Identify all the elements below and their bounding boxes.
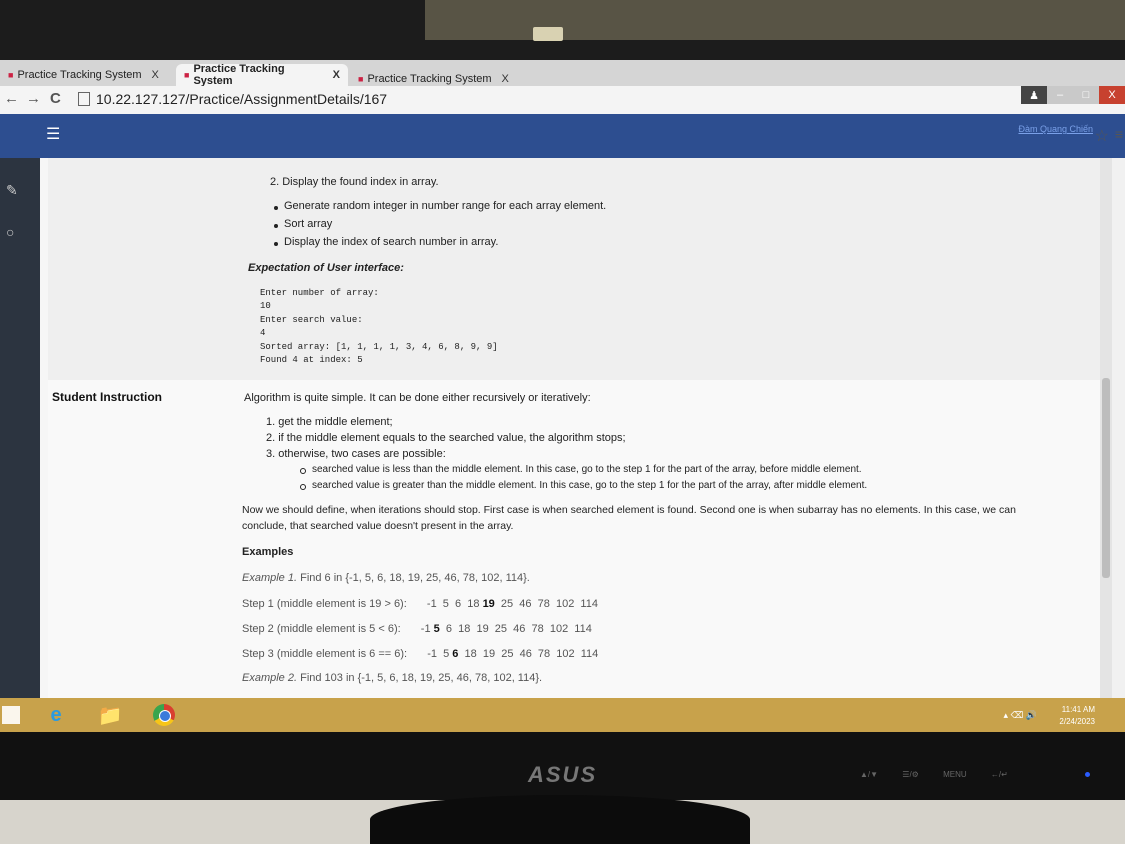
monitor-stand <box>370 795 750 844</box>
maximize-icon[interactable]: □ <box>1073 86 1099 104</box>
site-favicon-icon: ■ <box>184 70 190 80</box>
minimize-icon[interactable]: – <box>1047 86 1073 104</box>
example-1: Example 1. Find 6 in {-1, 5, 6, 18, 19, … <box>242 572 530 584</box>
clock-time: 11:41 AM <box>1061 705 1095 714</box>
hamburger-menu-icon[interactable]: ☰ <box>46 124 60 144</box>
array-pre: -1 <box>420 623 434 635</box>
step-label: Step 1 (middle element is 19 > 6): <box>242 598 407 610</box>
taskbar: e 📁 ▴ ⌫ 🔊 11:41 AM 2/24/2023 <box>0 698 1125 732</box>
array-pre: -1 5 <box>427 648 453 660</box>
console-line: Found 4 at index: 5 <box>260 355 363 365</box>
bullet <box>274 206 278 210</box>
student-instruction-section: Student Instruction Algorithm is quite s… <box>48 380 1100 698</box>
bullet <box>274 242 278 246</box>
tab-close-icon[interactable]: X <box>152 69 159 81</box>
algo-step: 2. if the middle element equals to the s… <box>266 432 626 444</box>
step-row-1: Step 1 (middle element is 19 > 6): -1 5 … <box>242 598 598 610</box>
console-line: 4 <box>260 328 266 338</box>
console-line: Enter number of array: <box>260 288 379 298</box>
step-row-3: Step 3 (middle element is 6 == 6): -1 5 … <box>242 648 598 660</box>
screen: ■ Practice Tracking System X ■ Practice … <box>0 60 1125 732</box>
webcam <box>533 27 563 41</box>
student-instruction-label: Student Instruction <box>52 390 162 404</box>
sub-case: searched value is greater than the middl… <box>312 480 868 491</box>
requirements-section: 2. Display the found index in array. Gen… <box>48 158 1100 380</box>
system-clock[interactable]: 11:41 AM 2/24/2023 <box>1059 704 1095 728</box>
array-pre: -1 5 6 18 <box>426 598 483 610</box>
clock-date: 2/24/2023 <box>1059 717 1095 726</box>
console-line: 10 <box>260 301 271 311</box>
reload-icon[interactable]: C <box>50 90 61 107</box>
left-sidebar: ✎ ○ <box>0 158 40 698</box>
tab-close-icon[interactable]: X <box>333 69 340 81</box>
user-name-link[interactable]: Đàm Quang Chiến <box>1018 124 1093 134</box>
sub-bullet <box>300 468 306 474</box>
example-1-text: Find 6 in {-1, 5, 6, 18, 19, 25, 46, 78,… <box>300 572 530 584</box>
internet-explorer-icon[interactable]: e <box>36 701 76 729</box>
back-icon[interactable]: ← <box>4 90 19 107</box>
scrollbar-thumb[interactable] <box>1102 378 1110 578</box>
algo-step: 1. get the middle element; <box>266 416 393 428</box>
example-2-label: Example 2. <box>242 672 298 684</box>
tab-1[interactable]: ■ Practice Tracking System X <box>0 64 175 86</box>
tab-2[interactable]: ■ Practice Tracking System X <box>176 63 348 87</box>
stop-paragraph-cont: conclude, that searched value doesn't pr… <box>242 520 514 532</box>
monitor-brand-logo: ASUS <box>528 762 598 787</box>
circle-icon[interactable]: ○ <box>6 224 14 240</box>
example-2-text: Find 103 in {-1, 5, 6, 18, 19, 25, 46, 7… <box>300 672 543 684</box>
tab-label: Practice Tracking System <box>367 73 492 85</box>
tab-label: Practice Tracking System <box>193 63 285 87</box>
example-1-label: Example 1. <box>242 572 298 584</box>
url-input[interactable]: 10.22.127.127/Practice/AssignmentDetails… <box>78 89 1058 109</box>
bullet-item: Sort array <box>284 218 333 230</box>
intro-text: Algorithm is quite simple. It can be don… <box>244 392 591 404</box>
expectation-heading: Expectation of User interface: <box>248 262 404 274</box>
tab-label: Practice Tracking System <box>17 69 142 81</box>
bookmark-star-icon[interactable]: ☆ <box>1095 126 1109 146</box>
console-line: Enter search value: <box>260 315 363 325</box>
site-favicon-icon: ■ <box>8 70 14 80</box>
page-scrollbar[interactable] <box>1100 158 1112 698</box>
tab-bar: ■ Practice Tracking System X ■ Practice … <box>0 60 1125 87</box>
close-window-icon[interactable]: X <box>1099 86 1125 104</box>
array-post: 18 19 25 46 78 102 114 <box>458 648 599 660</box>
tray-icons[interactable]: ▴ ⌫ 🔊 <box>1004 710 1037 721</box>
array-post: 6 18 19 25 46 78 102 114 <box>439 623 592 635</box>
bullet <box>274 224 278 228</box>
bullet-item: Display the index of search number in ar… <box>284 236 499 248</box>
forward-icon[interactable]: → <box>26 90 41 107</box>
assignment-content: 2. Display the found index in array. Gen… <box>40 158 1100 698</box>
array-post: 25 46 78 102 114 <box>494 598 598 610</box>
middle-element: 19 <box>482 598 495 610</box>
step-row-2: Step 2 (middle element is 5 < 6): -1 5 6… <box>242 623 592 635</box>
window-controls: ♟ – □ X <box>1021 86 1125 104</box>
app-header: ☰ <box>0 114 1125 158</box>
edit-icon[interactable]: ✎ <box>6 182 18 199</box>
power-led <box>1085 772 1090 777</box>
examples-heading: Examples <box>242 546 294 558</box>
url-text: 10.22.127.127/Practice/AssignmentDetails… <box>96 91 388 107</box>
chrome-taskbar-button[interactable] <box>144 701 184 729</box>
site-favicon-icon: ■ <box>358 74 364 84</box>
address-bar: ← → C 10.22.127.127/Practice/AssignmentD… <box>0 86 1125 115</box>
step-label: Step 3 (middle element is 6 == 6): <box>242 648 408 660</box>
sub-bullet <box>300 484 306 490</box>
tab-close-icon[interactable]: X <box>502 73 509 85</box>
step-2-text: 2. Display the found index in array. <box>270 176 439 188</box>
file-explorer-icon[interactable]: 📁 <box>90 701 130 729</box>
example-2: Example 2. Find 103 in {-1, 5, 6, 18, 19… <box>242 672 542 684</box>
algo-step: 3. otherwise, two cases are possible: <box>266 448 446 460</box>
browser-menu-icon[interactable]: ≡ <box>1115 126 1123 142</box>
stop-paragraph: Now we should define, when iterations sh… <box>242 504 1016 516</box>
chrome-icon <box>153 704 175 726</box>
user-profile-icon[interactable]: ♟ <box>1021 86 1047 104</box>
page-icon <box>78 92 90 106</box>
windows-start-icon[interactable] <box>2 706 20 724</box>
bullet-item: Generate random integer in number range … <box>284 200 607 212</box>
sub-case: searched value is less than the middle e… <box>312 464 862 475</box>
monitor-buttons: ▲/▼ ☰/⚙ MENU ←/↵ <box>860 770 1008 779</box>
console-line: Sorted array: [1, 1, 1, 1, 3, 4, 6, 8, 9… <box>260 342 498 352</box>
step-label: Step 2 (middle element is 5 < 6): <box>242 623 401 635</box>
